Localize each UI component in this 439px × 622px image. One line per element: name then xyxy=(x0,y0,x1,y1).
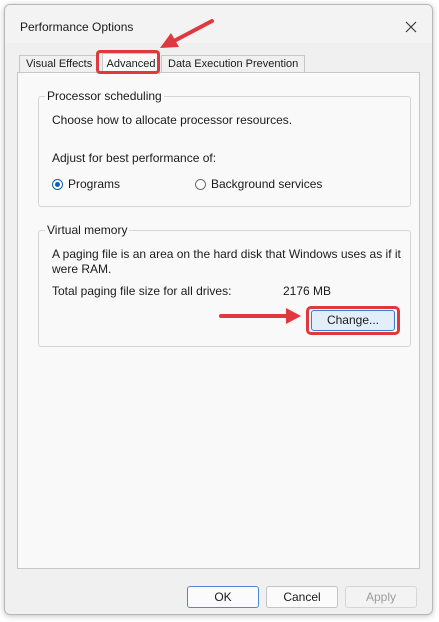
virtual-memory-description-line1: A paging file is an area on the hard dis… xyxy=(52,247,401,261)
programs-radio[interactable] xyxy=(52,178,63,190)
tab-strip: Visual Effects Advanced Data Execution P… xyxy=(17,53,417,74)
ok-button[interactable]: OK xyxy=(187,586,259,608)
total-paging-file-value: 2176 MB xyxy=(283,284,332,298)
processor-scheduling-group: Processor scheduling Choose how to alloc… xyxy=(38,89,411,207)
tab-data-execution-prevention[interactable]: Data Execution Prevention xyxy=(161,55,306,73)
cancel-button[interactable]: Cancel xyxy=(266,586,338,608)
processor-scheduling-legend: Processor scheduling xyxy=(45,89,164,103)
virtual-memory-legend: Virtual memory xyxy=(45,223,130,237)
tab-visual-effects[interactable]: Visual Effects xyxy=(19,55,100,73)
tab-advanced[interactable]: Advanced xyxy=(102,53,160,74)
close-button[interactable] xyxy=(396,13,426,41)
processor-scheduling-description: Choose how to allocate processor resourc… xyxy=(52,113,293,127)
performance-options-window: Performance Options Visual Effects Advan… xyxy=(4,4,433,615)
programs-radio-label: Programs xyxy=(68,177,121,191)
background-services-radio[interactable] xyxy=(195,178,206,190)
background-services-radio-label: Background services xyxy=(211,177,323,191)
window-title: Performance Options xyxy=(20,20,134,34)
programs-radio-option[interactable]: Programs xyxy=(52,177,120,191)
total-paging-file-label: Total paging file size for all drives: xyxy=(52,284,232,298)
close-icon xyxy=(405,21,417,33)
virtual-memory-description-line2: were RAM. xyxy=(52,262,112,276)
title-bar: Performance Options xyxy=(5,5,432,43)
apply-button[interactable]: Apply xyxy=(345,586,417,608)
background-services-radio-option[interactable]: Background services xyxy=(195,177,322,191)
adjust-performance-label: Adjust for best performance of: xyxy=(52,151,217,165)
change-virtual-memory-button[interactable]: Change... xyxy=(311,310,395,331)
